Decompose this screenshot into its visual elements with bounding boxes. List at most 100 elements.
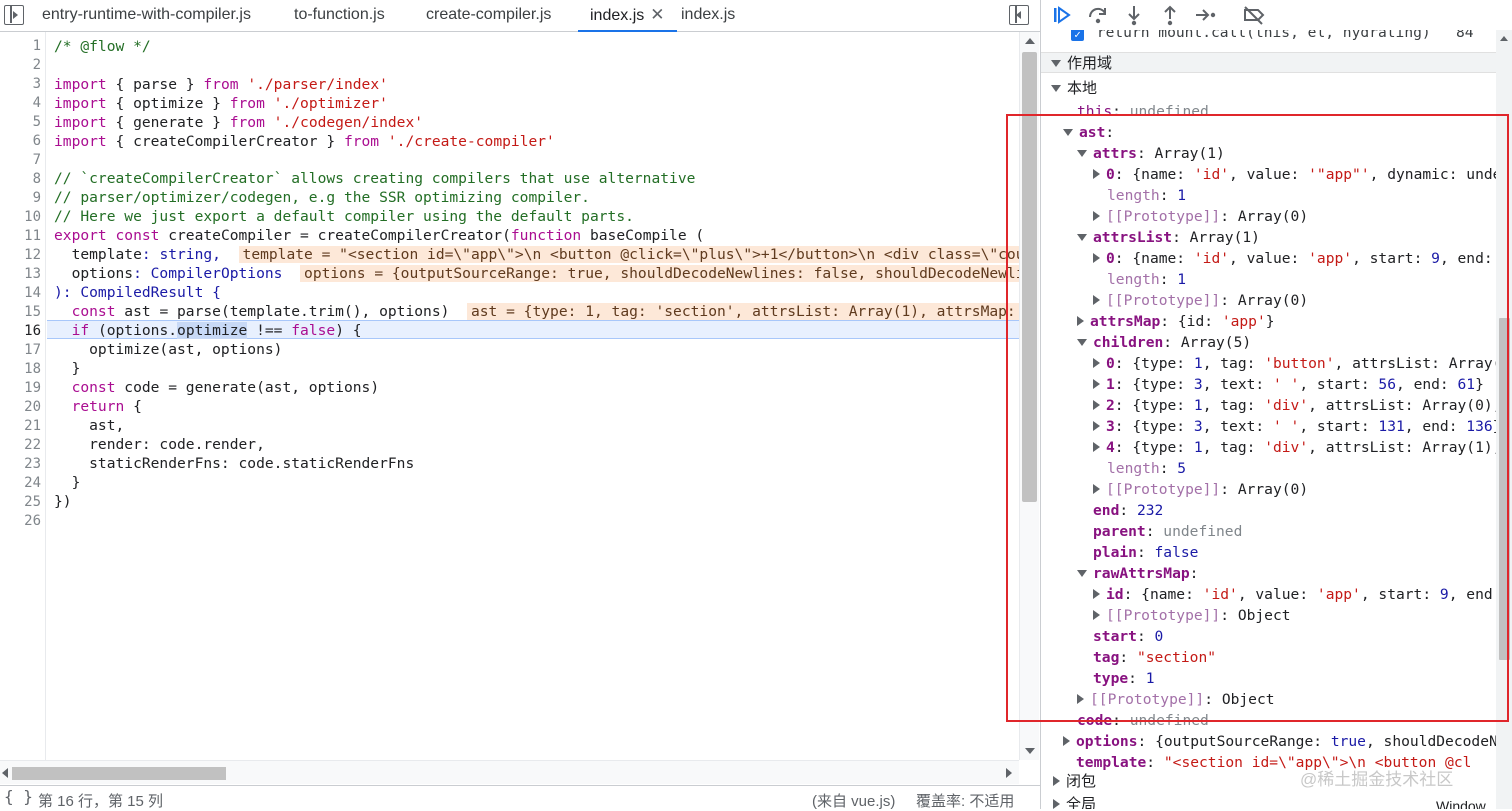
prop-parent[interactable]: parent: undefined [1093,521,1242,542]
collapse-arrow-icon [1063,736,1070,746]
line-number[interactable]: 18 [1,360,41,379]
prop-attrs[interactable]: attrs: Array(1) [1077,143,1225,164]
tab-index-js[interactable]: index.js [681,0,735,32]
tab-index-js-active[interactable]: index.js ✕ [578,0,677,32]
tab-entry-runtime-with-compiler[interactable]: entry-runtime-with-compiler.js [42,0,251,32]
scope-closure[interactable]: 闭包 [1053,771,1096,792]
scope-section-header[interactable]: 作用域 [1041,52,1496,73]
line-number[interactable]: 25 [1,493,41,512]
prop-attrsList[interactable]: attrsList: Array(1) [1077,227,1260,248]
debugger-toggle-icon[interactable] [1009,5,1029,25]
prop-attrs-length[interactable]: length: 1 [1107,185,1186,206]
scroll-right-icon[interactable] [1006,768,1012,778]
prop-code[interactable]: code: undefined [1077,710,1209,731]
prop-end[interactable]: end: 232 [1093,500,1163,521]
prop-start[interactable]: start: 0 [1093,626,1163,647]
prop-attrs-prototype[interactable]: [[Prototype]]: Array(0) [1093,206,1308,227]
step-into-icon[interactable] [1122,4,1146,26]
prop-children-0[interactable]: 0: {type: 1, tag: 'button', attrsList: A… [1093,353,1496,374]
prop-tag[interactable]: tag: "section" [1093,647,1216,668]
line-number[interactable]: 14 [1,284,41,303]
code-line-11: export const createCompiler = createComp… [54,227,705,244]
pretty-print-icon[interactable]: { } [4,787,33,806]
step-out-icon[interactable] [1158,4,1182,26]
prop-children-2[interactable]: 2: {type: 1, tag: 'div', attrsList: Arra… [1093,395,1496,416]
navigator-toggle-icon[interactable] [4,5,24,25]
line-number[interactable]: 17 [1,341,41,360]
line-number[interactable]: 23 [1,455,41,474]
prop-children-4[interactable]: 4: {type: 1, tag: 'div', attrsList: Arra… [1093,437,1496,458]
line-number[interactable]: 20 [1,398,41,417]
prop-children-prototype[interactable]: [[Prototype]]: Array(0) [1093,479,1308,500]
prop-children-3[interactable]: 3: {type: 3, text: ' ', start: 131, end:… [1093,416,1496,437]
scroll-up-icon[interactable] [1500,36,1508,41]
line-number[interactable]: 13 [1,265,41,284]
line-number[interactable]: 24 [1,474,41,493]
prop-options[interactable]: options: {outputSourceRange: true, shoul… [1063,731,1496,752]
breakpoint-item[interactable]: ✓ return mount.call(this, el, hydrating)… [1071,30,1474,43]
line-number[interactable]: 5 [1,113,41,132]
line-number[interactable]: 8 [1,170,41,189]
tab-to-function[interactable]: to-function.js [294,0,385,32]
line-number[interactable]: 7 [1,151,41,170]
collapse-arrow-icon [1093,484,1100,494]
scroll-left-icon[interactable] [2,768,8,778]
prop-attrsList-prototype[interactable]: [[Prototype]]: Array(0) [1093,290,1308,311]
line-number[interactable]: 12 [1,246,41,265]
scope-local[interactable]: 本地 [1051,78,1097,99]
prop-rawAttrsMap-id[interactable]: id: {name: 'id', value: 'app', start: 9,… [1093,584,1496,605]
checkbox-checked-icon[interactable]: ✓ [1071,30,1084,41]
deactivate-breakpoints-icon[interactable] [1242,4,1266,26]
code-line-24: } [54,474,81,491]
prop-rawAttrsMap-prototype[interactable]: [[Prototype]]: Object [1093,605,1291,626]
prop-attrsList-0[interactable]: 0: {name: 'id', value: 'app', start: 9, … [1093,248,1493,269]
line-number[interactable]: 26 [1,512,41,531]
editor-horizontal-scrollbar[interactable] [0,760,1019,784]
tab-create-compiler[interactable]: create-compiler.js [426,0,551,32]
inline-value-ast: ast = {type: 1, tag: 'section', attrsLis… [466,303,1019,320]
line-number[interactable]: 10 [1,208,41,227]
line-number[interactable]: 16 [1,322,41,341]
scroll-thumb[interactable] [1022,52,1037,502]
scroll-thumb[interactable] [12,767,226,780]
prop-plain[interactable]: plain: false [1093,542,1198,563]
prop-type[interactable]: type: 1 [1093,668,1155,689]
line-number[interactable]: 4 [1,94,41,113]
code-area[interactable]: /* @flow */ import { parse } from './par… [47,32,1019,760]
debugger-toolbar [1041,0,1512,30]
scroll-thumb[interactable] [1499,318,1510,660]
line-number[interactable]: 3 [1,75,41,94]
line-number[interactable]: 11 [1,227,41,246]
scroll-down-icon[interactable] [1025,748,1035,754]
line-number[interactable]: 19 [1,379,41,398]
resume-icon[interactable] [1051,4,1075,26]
close-tab-icon[interactable]: ✕ [650,5,664,24]
cursor-position: 第 16 行，第 15 列 [38,793,164,810]
step-icon[interactable] [1194,4,1218,26]
prop-rawAttrsMap[interactable]: rawAttrsMap: [1077,563,1198,584]
prop-ast-prototype[interactable]: [[Prototype]]: Object [1077,689,1275,710]
prop-attrs-0[interactable]: 0: {name: 'id', value: '"app"', dynamic:… [1093,164,1496,185]
line-number[interactable]: 1 [1,37,41,56]
line-number[interactable]: 9 [1,189,41,208]
prop-this[interactable]: this: undefined [1077,101,1209,122]
prop-children-1[interactable]: 1: {type: 3, text: ' ', start: 56, end: … [1093,374,1484,395]
line-number[interactable]: 22 [1,436,41,455]
expand-arrow-icon [1063,129,1073,136]
prop-children[interactable]: children: Array(5) [1077,332,1251,353]
line-number[interactable]: 6 [1,132,41,151]
prop-children-length[interactable]: length: 5 [1107,458,1186,479]
line-number[interactable]: 15 [1,303,41,322]
scope-global[interactable]: 全局 Window [1053,794,1486,809]
step-over-icon[interactable] [1086,4,1110,26]
line-number[interactable]: 21 [1,417,41,436]
editor-vertical-scrollbar[interactable] [1019,32,1039,760]
prop-attrsList-length[interactable]: length: 1 [1107,269,1186,290]
scroll-up-icon[interactable] [1025,38,1035,44]
scope-scrollbar[interactable] [1496,30,1512,809]
collapse-arrow-icon [1093,253,1100,263]
prop-ast[interactable]: ast: [1063,122,1114,143]
prop-attrsMap[interactable]: attrsMap: {id: 'app'} [1077,311,1275,332]
source-map-origin[interactable]: (来自 vue.js) [812,790,895,811]
line-number[interactable]: 2 [1,56,41,75]
